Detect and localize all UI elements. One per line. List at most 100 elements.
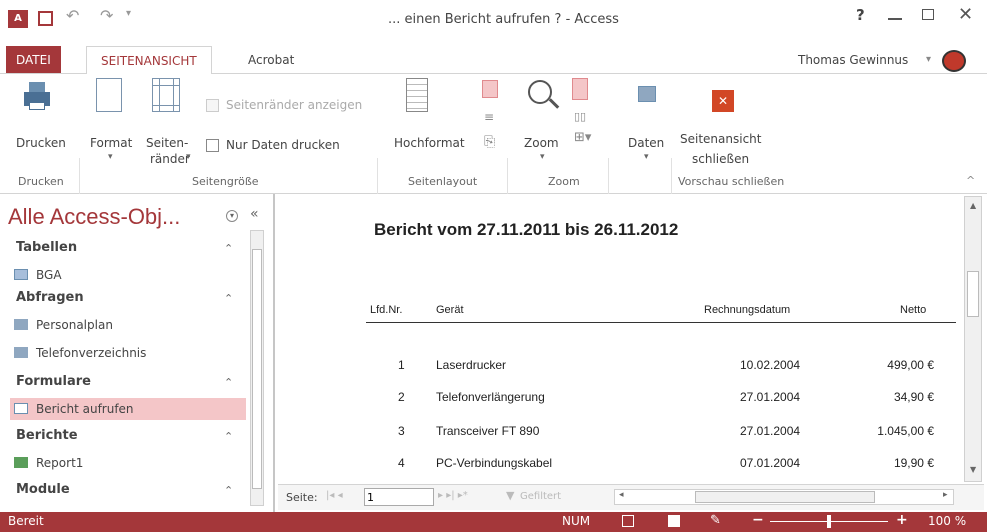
nav-item-personalplan[interactable]: Personalplan <box>14 314 244 336</box>
report-vertical-scrollbar[interactable]: ▲ ▼ <box>964 196 982 482</box>
chevron-up-icon[interactable]: ⌃ <box>224 292 233 305</box>
margins-button-line1[interactable]: Seiten- <box>146 136 188 150</box>
landscape-icon[interactable] <box>482 80 498 98</box>
num-lock-indicator: NUM <box>562 514 591 528</box>
row-date: 10.02.2004 <box>740 358 801 372</box>
group-label-drucken: Drucken <box>18 175 64 188</box>
collapse-ribbon-icon[interactable]: ^ <box>966 174 975 187</box>
section-berichte[interactable]: Berichte <box>16 428 78 443</box>
tab-datei[interactable]: DATEI <box>6 46 61 73</box>
status-text: Bereit <box>8 514 44 528</box>
zoom-dropdown-icon[interactable]: ▾ <box>540 152 545 162</box>
zoom-out-button[interactable]: − <box>752 512 764 528</box>
chevron-up-icon[interactable]: ⌃ <box>224 242 233 255</box>
row-device: Telefonverlängerung <box>436 390 545 404</box>
row-net: 19,90 € <box>893 456 934 470</box>
nav-menu-icon[interactable]: ▾ <box>226 210 238 222</box>
group-label-vorschau: Vorschau schließen <box>678 175 785 188</box>
nav-collapse-icon[interactable]: « <box>250 206 259 222</box>
print-preview-icon[interactable] <box>668 515 680 527</box>
report-preview: Bericht vom 27.11.2011 bis 26.11.2012 Lf… <box>278 194 962 484</box>
column-header-lfdnr: Lfd.Nr. <box>370 304 403 316</box>
printer-icon <box>24 82 50 112</box>
next-page-button[interactable]: ▸ ▸| ▸* <box>438 490 468 501</box>
report-title: Bericht vom 27.11.2011 bis 26.11.2012 <box>374 220 679 239</box>
page-number-input[interactable] <box>364 488 434 506</box>
nav-item-telefonverzeichnis[interactable]: Telefonverzeichnis <box>14 342 244 364</box>
header-divider <box>366 322 956 323</box>
portrait-button[interactable]: Hochformat <box>394 136 465 150</box>
save-icon[interactable] <box>38 11 53 26</box>
format-dropdown-icon[interactable]: ▾ <box>108 152 113 162</box>
first-page-button[interactable]: |◂ ◂ <box>326 490 343 501</box>
scrollbar-thumb[interactable] <box>695 491 875 503</box>
page-setup-icon[interactable]: ⎘ <box>484 134 495 150</box>
margins-button-line2[interactable]: ränder <box>150 152 190 166</box>
quick-access-dropdown-icon[interactable]: ▾ <box>126 8 131 19</box>
maximize-button[interactable] <box>922 9 934 20</box>
two-pages-icon[interactable]: ▯▯ <box>574 110 586 123</box>
columns-icon[interactable]: ≡ <box>484 110 494 124</box>
data-dropdown-icon[interactable]: ▾ <box>644 152 649 162</box>
data-only-label: Nur Daten drucken <box>226 138 340 152</box>
avatar[interactable] <box>942 50 966 72</box>
chevron-up-icon[interactable]: ⌃ <box>224 430 233 443</box>
show-margins-label: Seitenränder anzeigen <box>226 98 363 112</box>
row-net: 1.045,00 € <box>877 424 934 438</box>
margins-dropdown-icon[interactable]: ▾ <box>186 152 191 162</box>
more-pages-icon[interactable]: ⊞▾ <box>574 130 591 145</box>
nav-title[interactable]: Alle Access-Obj... <box>8 204 180 230</box>
nav-item-report1[interactable]: Report1 <box>14 452 244 474</box>
show-margins-checkbox[interactable] <box>206 99 219 112</box>
query-icon <box>14 319 28 330</box>
user-name[interactable]: Thomas Gewinnus <box>798 53 908 67</box>
close-preview-line1[interactable]: Seitenansicht <box>680 132 761 146</box>
undo-icon[interactable]: ↶ <box>66 6 79 25</box>
section-abfragen[interactable]: Abfragen <box>16 290 84 305</box>
chevron-up-icon[interactable]: ⌃ <box>224 376 233 389</box>
zoom-button[interactable]: Zoom <box>524 136 559 150</box>
zoom-slider[interactable] <box>770 515 888 528</box>
record-navigation-bar: Seite: |◂ ◂ ▸ ▸| ▸* ▼ Gefiltert ◂ ▸ <box>278 484 984 510</box>
tab-acrobat[interactable]: Acrobat <box>238 46 304 74</box>
help-button[interactable]: ? <box>856 6 865 24</box>
section-tabellen[interactable]: Tabellen <box>16 240 77 255</box>
close-preview-line2[interactable]: schließen <box>692 152 749 166</box>
tab-seitenansicht[interactable]: SEITENANSICHT <box>86 46 212 75</box>
section-formulare[interactable]: Formulare <box>16 374 91 389</box>
zoom-in-button[interactable]: + <box>896 512 908 528</box>
print-button[interactable]: Drucken <box>16 136 66 150</box>
filter-icon[interactable]: ▼ <box>506 489 514 502</box>
report-horizontal-scrollbar[interactable]: ◂ ▸ <box>614 489 954 505</box>
navigation-pane: Alle Access-Obj... ▾ « Tabellen ⌃ BGA Ab… <box>0 194 275 512</box>
close-window-button[interactable]: ✕ <box>958 4 973 25</box>
row-device: PC-Verbindungskabel <box>436 456 553 470</box>
ribbon: Drucken Format ▾ Seiten- ränder ▾ Seiten… <box>0 74 987 262</box>
close-preview-icon: ✕ <box>712 90 734 112</box>
report-view-icon[interactable] <box>622 515 634 527</box>
zoom-slider-thumb[interactable] <box>827 515 831 528</box>
scrollbar-thumb[interactable] <box>967 271 979 317</box>
filter-button[interactable]: Gefiltert <box>520 491 561 502</box>
section-module[interactable]: Module <box>16 482 70 497</box>
nav-scrollbar[interactable] <box>250 230 264 506</box>
row-device: Laserdrucker <box>436 358 507 372</box>
format-button[interactable]: Format <box>90 136 132 150</box>
window-title: ... einen Bericht aufrufen ? - Access <box>388 12 619 27</box>
row-date: 27.01.2004 <box>740 390 801 404</box>
group-label-seitengroesse: Seitengröße <box>192 175 259 188</box>
row-net: 499,00 € <box>887 358 934 372</box>
data-only-checkbox[interactable] <box>206 139 219 152</box>
data-button[interactable]: Daten <box>628 136 664 150</box>
minimize-button[interactable] <box>888 18 902 20</box>
redo-icon[interactable]: ↷ <box>100 6 113 25</box>
row-number: 2 <box>398 390 405 404</box>
nav-item-bericht-aufrufen[interactable]: Bericht aufrufen <box>10 398 246 420</box>
form-icon <box>14 403 28 414</box>
column-header-geraet: Gerät <box>436 304 464 316</box>
design-view-icon[interactable]: ✎ <box>710 513 721 528</box>
nav-item-bga[interactable]: BGA <box>14 264 244 286</box>
chevron-up-icon[interactable]: ⌃ <box>224 484 233 497</box>
one-page-icon[interactable] <box>572 78 588 100</box>
user-dropdown-icon[interactable]: ▾ <box>926 54 931 65</box>
